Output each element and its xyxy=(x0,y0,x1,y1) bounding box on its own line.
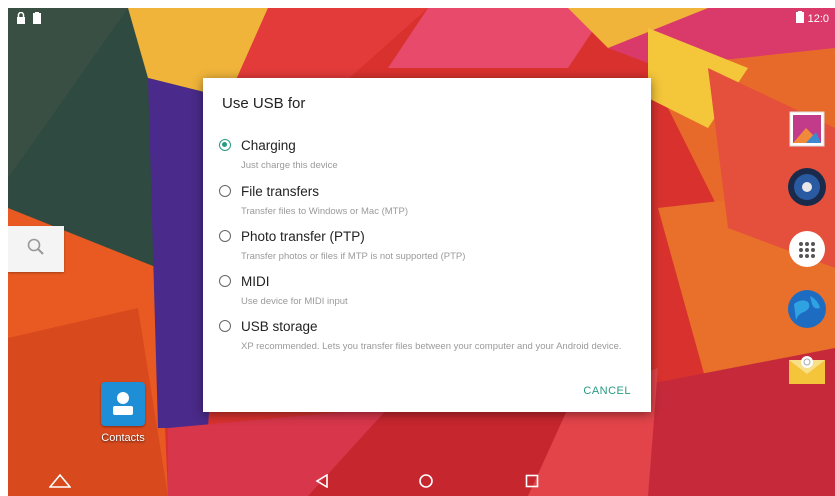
clock: 12:0 xyxy=(807,12,829,25)
navigation-bar xyxy=(8,466,835,496)
gallery-icon[interactable] xyxy=(786,108,828,150)
option-label: Photo transfer (PTP) xyxy=(241,229,365,244)
contacts-label: Contacts xyxy=(101,432,145,444)
music-icon[interactable] xyxy=(786,166,828,208)
status-bar: 12:0 xyxy=(8,8,835,30)
usb-mode-dialog: Use USB for Charging Just charge this de… xyxy=(203,78,651,412)
radio-button-selected[interactable] xyxy=(219,139,231,151)
option-description: Transfer photos or files if MTP is not s… xyxy=(241,251,466,262)
cancel-button[interactable]: CANCEL xyxy=(583,385,631,397)
back-icon[interactable] xyxy=(310,471,334,491)
option-label: MIDI xyxy=(241,274,270,289)
option-description: Transfer files to Windows or Mac (MTP) xyxy=(241,206,408,217)
option-description: Use device for MIDI input xyxy=(241,296,348,307)
radio-button[interactable] xyxy=(219,320,231,332)
contacts-shortcut[interactable]: Contacts xyxy=(98,382,148,444)
option-label: USB storage xyxy=(241,319,318,334)
clipboard-icon xyxy=(32,11,42,29)
recents-icon[interactable] xyxy=(520,471,544,491)
contacts-icon xyxy=(101,382,145,426)
lock-icon xyxy=(16,11,26,29)
option-label: Charging xyxy=(241,138,296,153)
home-icon[interactable] xyxy=(414,471,438,491)
radio-button[interactable] xyxy=(219,185,231,197)
screen: 12:0 Contacts Use USB for Charging Just … xyxy=(8,8,835,496)
dialog-title: Use USB for xyxy=(222,95,306,112)
radio-button[interactable] xyxy=(219,230,231,242)
home-triangle-icon[interactable] xyxy=(48,471,72,491)
browser-globe-icon[interactable] xyxy=(786,288,828,330)
search-icon xyxy=(26,237,46,262)
email-icon[interactable] xyxy=(786,348,828,390)
search-widget[interactable] xyxy=(8,226,64,272)
option-description: XP recommended. Lets you transfer files … xyxy=(241,341,622,352)
option-label: File transfers xyxy=(241,184,320,199)
battery-icon xyxy=(795,11,804,26)
app-drawer-icon[interactable] xyxy=(786,228,828,270)
radio-button[interactable] xyxy=(219,275,231,287)
option-description: Just charge this device xyxy=(241,160,338,171)
